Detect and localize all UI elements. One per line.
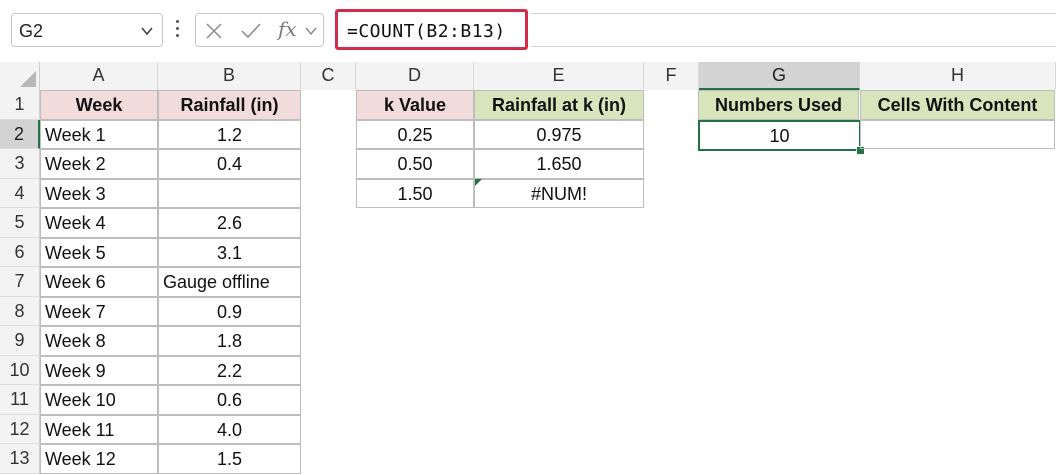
column-header-a[interactable]: A: [40, 62, 158, 90]
cell-b13[interactable]: 1.5: [158, 444, 301, 474]
formula-buttons: fx: [195, 13, 324, 47]
cell-a13[interactable]: Week 12: [40, 444, 158, 474]
column-header-e[interactable]: E: [474, 62, 644, 90]
row-header-5[interactable]: 5: [0, 208, 40, 238]
select-all-corner[interactable]: [0, 62, 40, 90]
cell-d4[interactable]: 1.50: [356, 178, 474, 208]
header-rainfall[interactable]: Rainfall (in): [158, 90, 301, 120]
chevron-down-icon[interactable]: [140, 24, 154, 38]
row-header-8[interactable]: 8: [0, 296, 40, 326]
cell-a10[interactable]: Week 9: [40, 355, 158, 385]
row-header-9[interactable]: 9: [0, 326, 40, 356]
header-rainfall-at-k[interactable]: Rainfall at k (in): [474, 90, 644, 120]
row-header-4[interactable]: 4: [0, 178, 40, 208]
cell-b12[interactable]: 4.0: [158, 414, 301, 444]
header-numbers-used[interactable]: Numbers Used: [698, 90, 859, 120]
cell-a4[interactable]: Week 3: [40, 178, 158, 208]
cell-b6[interactable]: 3.1: [158, 237, 301, 267]
enter-check-icon[interactable]: [240, 22, 262, 40]
cell-b11[interactable]: 0.6: [158, 385, 301, 415]
column-header-h[interactable]: H: [860, 62, 1056, 90]
cell-e2[interactable]: 0.975: [474, 119, 644, 149]
cell-b9[interactable]: 1.8: [158, 326, 301, 356]
formula-bar: G2 fx =COUNT(B2:B13): [0, 0, 1056, 62]
row-header-13[interactable]: 13: [0, 444, 40, 474]
cell-b10[interactable]: 2.2: [158, 355, 301, 385]
formula-input[interactable]: =COUNT(B2:B13): [335, 9, 528, 50]
column-header-g[interactable]: G: [699, 62, 860, 90]
cell-h2[interactable]: [860, 119, 1055, 149]
select-all-icon: [20, 71, 36, 87]
header-week[interactable]: Week: [40, 90, 158, 120]
cell-b8[interactable]: 0.9: [158, 296, 301, 326]
row-header-1[interactable]: 1: [0, 90, 40, 120]
cell-a7[interactable]: Week 6: [40, 267, 158, 297]
header-k-value[interactable]: k Value: [356, 90, 474, 120]
name-box-value: G2: [19, 21, 44, 41]
row-header-12[interactable]: 12: [0, 414, 40, 444]
cell-b3[interactable]: 0.4: [158, 149, 301, 179]
row-header-7[interactable]: 7: [0, 267, 40, 297]
spreadsheet-grid: A B C D E F G H 1 2 3 4 5 6 7 8 9 10 11 …: [0, 62, 1056, 475]
cell-b4[interactable]: [158, 178, 301, 208]
error-indicator-icon[interactable]: [475, 179, 482, 186]
cell-a12[interactable]: Week 11: [40, 414, 158, 444]
insert-function-icon[interactable]: fx: [278, 17, 297, 41]
cell-a11[interactable]: Week 10: [40, 385, 158, 415]
row-header-2[interactable]: 2: [0, 119, 40, 149]
column-header-c[interactable]: C: [301, 62, 356, 90]
row-header-6[interactable]: 6: [0, 237, 40, 267]
row-header-3[interactable]: 3: [0, 149, 40, 179]
cell-e4[interactable]: #NUM!: [474, 178, 644, 208]
cell-d3[interactable]: 0.50: [356, 149, 474, 179]
cell-a8[interactable]: Week 7: [40, 296, 158, 326]
column-header-b[interactable]: B: [158, 62, 301, 90]
column-header-d[interactable]: D: [356, 62, 474, 90]
cell-b2[interactable]: 1.2: [158, 119, 301, 149]
cell-a3[interactable]: Week 2: [40, 149, 158, 179]
formula-input-extension[interactable]: [531, 13, 1056, 47]
cell-e3[interactable]: 1.650: [474, 149, 644, 179]
cell-a5[interactable]: Week 4: [40, 208, 158, 238]
row-header-11[interactable]: 11: [0, 385, 40, 415]
active-cell-g2[interactable]: 10: [698, 119, 861, 151]
more-options-icon[interactable]: [176, 20, 180, 42]
row-header-10[interactable]: 10: [0, 355, 40, 385]
header-cells-with-content[interactable]: Cells With Content: [860, 90, 1055, 120]
cell-b7[interactable]: Gauge offline: [158, 267, 301, 297]
column-header-f[interactable]: F: [644, 62, 699, 90]
cell-a6[interactable]: Week 5: [40, 237, 158, 267]
formula-text: =COUNT(B2:B13): [347, 21, 506, 42]
cell-a9[interactable]: Week 8: [40, 326, 158, 356]
chevron-down-icon[interactable]: [304, 25, 318, 37]
cell-a2[interactable]: Week 1: [40, 119, 158, 149]
name-box[interactable]: G2: [11, 13, 163, 47]
cell-b5[interactable]: 2.6: [158, 208, 301, 238]
cell-d2[interactable]: 0.25: [356, 119, 474, 149]
cancel-icon[interactable]: [205, 22, 223, 40]
